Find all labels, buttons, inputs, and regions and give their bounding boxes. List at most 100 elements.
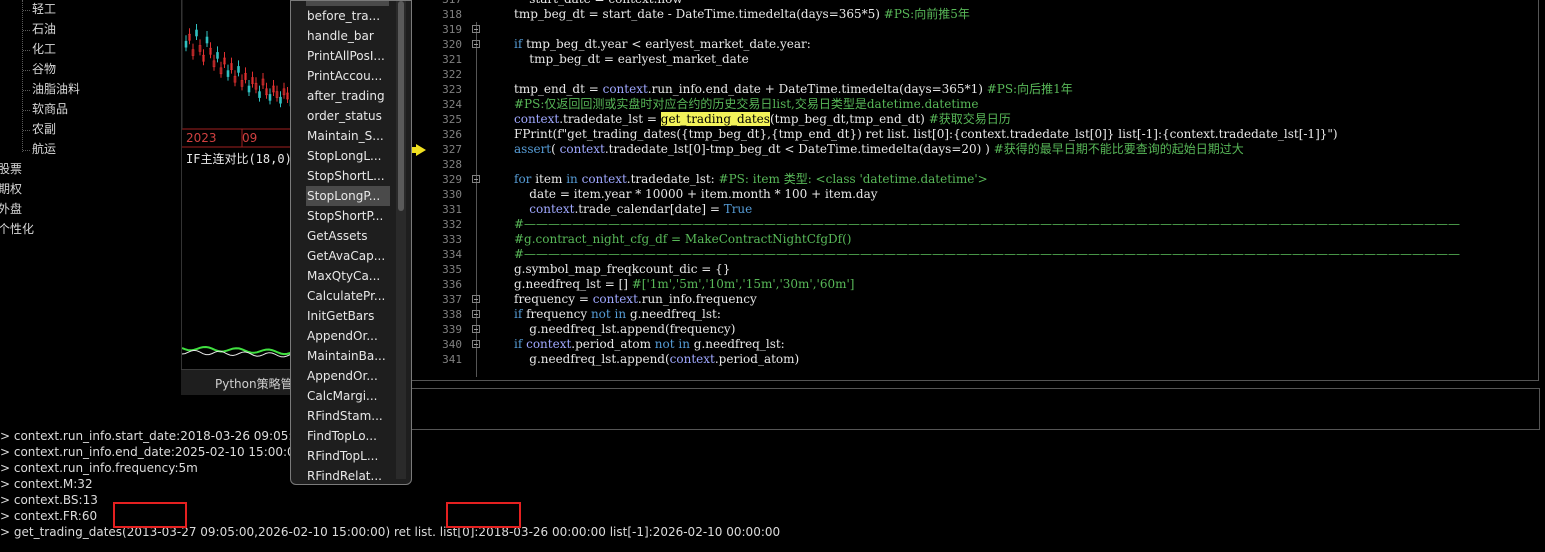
tree-item[interactable]: 软商品 bbox=[32, 102, 68, 116]
output-console: > context.run_info.start_date:2018-03-26… bbox=[0, 428, 1545, 552]
dropdown-item[interactable]: AppendOr... bbox=[306, 366, 390, 386]
fold-toggle-icon[interactable] bbox=[472, 175, 480, 183]
line-number: 330 bbox=[442, 188, 462, 201]
dropdown-item[interactable]: InitGetBars bbox=[306, 306, 390, 326]
dropdown-item[interactable]: GetAvaCap... bbox=[306, 246, 390, 266]
dropdown-item[interactable]: order_status bbox=[306, 106, 390, 126]
code-line[interactable]: if context.period_atom not in g.needfreq… bbox=[514, 337, 785, 352]
code-editor[interactable]: 3173183193203213223233243253263273283293… bbox=[410, 0, 1539, 381]
code-line[interactable]: #g.contract_night_cfg_df = MakeContractN… bbox=[514, 232, 851, 247]
dropdown-item[interactable]: MaxQtyCa... bbox=[306, 266, 390, 286]
line-number: 319 bbox=[442, 23, 462, 36]
chart-month-label: 09 bbox=[242, 131, 258, 145]
tree-connector bbox=[23, 10, 30, 11]
code-line[interactable]: tmp_beg_dt = earlyest_market_date bbox=[514, 52, 748, 67]
code-line[interactable]: if frequency not in g.needfreq_lst: bbox=[514, 307, 721, 322]
dropdown-item[interactable]: MaintainBa... bbox=[306, 346, 390, 366]
dropdown-item[interactable]: StopLongL... bbox=[306, 146, 390, 166]
tab-python-strategy[interactable]: Python策略管 bbox=[215, 375, 293, 392]
tree-item[interactable]: 化工 bbox=[32, 42, 56, 56]
code-line[interactable]: g.needfreq_lst.append(context.period_ato… bbox=[514, 352, 799, 367]
code-line[interactable]: g.symbol_map_freqkcount_dic = {} bbox=[514, 262, 730, 277]
tree-root-item[interactable]: 外盘 bbox=[0, 202, 22, 216]
tree-item[interactable]: 谷物 bbox=[32, 62, 56, 76]
code-line[interactable]: g.needfreq_lst = [] #['1m','5m','10m','1… bbox=[514, 277, 854, 292]
dropdown-item[interactable]: FindTopLo... bbox=[306, 426, 390, 446]
dropdown-item[interactable]: RFindStam... bbox=[306, 406, 390, 426]
line-number: 338 bbox=[442, 308, 462, 321]
code-line[interactable]: #———————————————————————————————————————… bbox=[514, 217, 1460, 232]
code-line[interactable]: #———————————————————————————————————————… bbox=[514, 247, 1460, 262]
line-number: 318 bbox=[442, 8, 462, 21]
candle bbox=[258, 91, 261, 98]
dropdown-item[interactable]: StopShortL... bbox=[306, 166, 390, 186]
code-line[interactable]: date = item.year * 10000 + item.month * … bbox=[514, 187, 877, 202]
dropdown-item[interactable]: PrintAllPosI... bbox=[306, 46, 390, 66]
dropdown-item[interactable]: StopShortP... bbox=[306, 206, 390, 226]
dropdown-item[interactable]: before_tra... bbox=[306, 6, 390, 26]
line-number: 326 bbox=[442, 128, 462, 141]
candle bbox=[195, 29, 198, 37]
tree-connector bbox=[23, 130, 30, 131]
tree-root-item[interactable]: 期权 bbox=[0, 182, 22, 196]
fold-toggle-icon[interactable] bbox=[472, 325, 480, 333]
output-line: > context.BS:13 bbox=[0, 493, 98, 507]
dropdown-item[interactable]: RFindRelat... bbox=[306, 466, 390, 484]
line-number: 339 bbox=[442, 323, 462, 336]
line-number: 332 bbox=[442, 218, 462, 231]
dropdown-item[interactable]: Maintain_S... bbox=[306, 126, 390, 146]
price-chart[interactable]: 2023 09 IF主连对比(18,0) bbox=[181, 0, 300, 394]
execution-arrow-head-icon bbox=[416, 144, 426, 156]
tree-item[interactable]: 农副 bbox=[32, 122, 56, 136]
tree-item[interactable]: 轻工 bbox=[32, 2, 56, 16]
tree-item[interactable]: 石油 bbox=[32, 22, 56, 36]
line-number: 328 bbox=[442, 158, 462, 171]
dropdown-item[interactable]: AppendOr... bbox=[306, 326, 390, 346]
dropdown-item[interactable]: CalculatePr... bbox=[306, 286, 390, 306]
dropdown-item[interactable]: GetAssets bbox=[306, 226, 390, 246]
code-line[interactable]: if tmp_beg_dt.year < earlyest_market_dat… bbox=[514, 37, 811, 52]
code-line[interactable]: context.trade_calendar[date] = True bbox=[514, 202, 752, 217]
code-line[interactable]: assert( context.tradedate_lst[0]-tmp_beg… bbox=[514, 142, 1244, 157]
fold-toggle-icon[interactable] bbox=[472, 340, 480, 348]
code-line[interactable]: tmp_beg_dt = start_date - DateTime.timed… bbox=[514, 7, 970, 22]
code-line[interactable]: g.needfreq_lst.append(frequency) bbox=[514, 322, 735, 337]
line-number: 322 bbox=[442, 68, 462, 81]
fold-toggle-icon[interactable] bbox=[472, 25, 480, 33]
dropdown-item[interactable]: PrintAccou... bbox=[306, 66, 390, 86]
dropdown-item[interactable]: RFindTopL... bbox=[306, 446, 390, 466]
code-line[interactable]: tmp_end_dt = context.run_info.end_date +… bbox=[514, 82, 1073, 97]
code-line[interactable]: FPrint(f"get_trading_dates({tmp_beg_dt},… bbox=[514, 127, 1338, 142]
strategy-tab-bar: Python策略管 bbox=[181, 369, 299, 395]
tree-root-item[interactable]: 股票 bbox=[0, 162, 22, 176]
fold-toggle-icon[interactable] bbox=[472, 310, 480, 318]
line-number: 340 bbox=[442, 338, 462, 351]
chart-canvas bbox=[182, 0, 300, 358]
dropdown-item[interactable]: CalcMargi... bbox=[306, 386, 390, 406]
code-line[interactable]: context.tradedate_lst = get_trading_date… bbox=[514, 112, 1011, 127]
dropdown-item[interactable]: handle_bar bbox=[306, 26, 390, 46]
code-line[interactable]: for item in context.tradedate_lst: #PS: … bbox=[514, 172, 988, 187]
tree-item[interactable]: 油脂油料 bbox=[32, 82, 80, 96]
dropdown-item[interactable]: after_trading bbox=[306, 86, 390, 106]
function-list-dropdown[interactable]: before_tra... handle_bar PrintAllPosI... Pr… bbox=[290, 0, 412, 485]
secondary-panel bbox=[410, 388, 1540, 430]
tree-root-item[interactable]: 个性化 bbox=[0, 222, 34, 236]
tree-item[interactable]: 航运 bbox=[32, 142, 56, 156]
output-line: > context.M:32 bbox=[0, 477, 93, 491]
fold-toggle-icon[interactable] bbox=[472, 295, 480, 303]
tree-connector bbox=[23, 150, 30, 151]
line-number-gutter: 3173183193203213223233243253263273283293… bbox=[410, 0, 466, 380]
fold-toggle-icon[interactable] bbox=[472, 40, 480, 48]
dropdown-scroll-thumb[interactable] bbox=[398, 1, 404, 211]
code-line[interactable]: start_date = context.now bbox=[514, 0, 682, 7]
candle bbox=[184, 40, 188, 48]
code-line[interactable]: frequency = context.run_info.frequency bbox=[514, 292, 757, 307]
line-number: 334 bbox=[442, 248, 462, 261]
output-line: > context.run_info.frequency:5m bbox=[0, 461, 198, 475]
code-line[interactable]: #PS:仅返回回测或实盘时对应合约的历史交易日list,交易日类型是dateti… bbox=[514, 97, 978, 112]
chart-year-label: 2023 bbox=[186, 131, 217, 145]
candle bbox=[226, 70, 230, 77]
dropdown-item[interactable]: StopLongP... bbox=[306, 186, 390, 206]
candle bbox=[205, 36, 209, 44]
